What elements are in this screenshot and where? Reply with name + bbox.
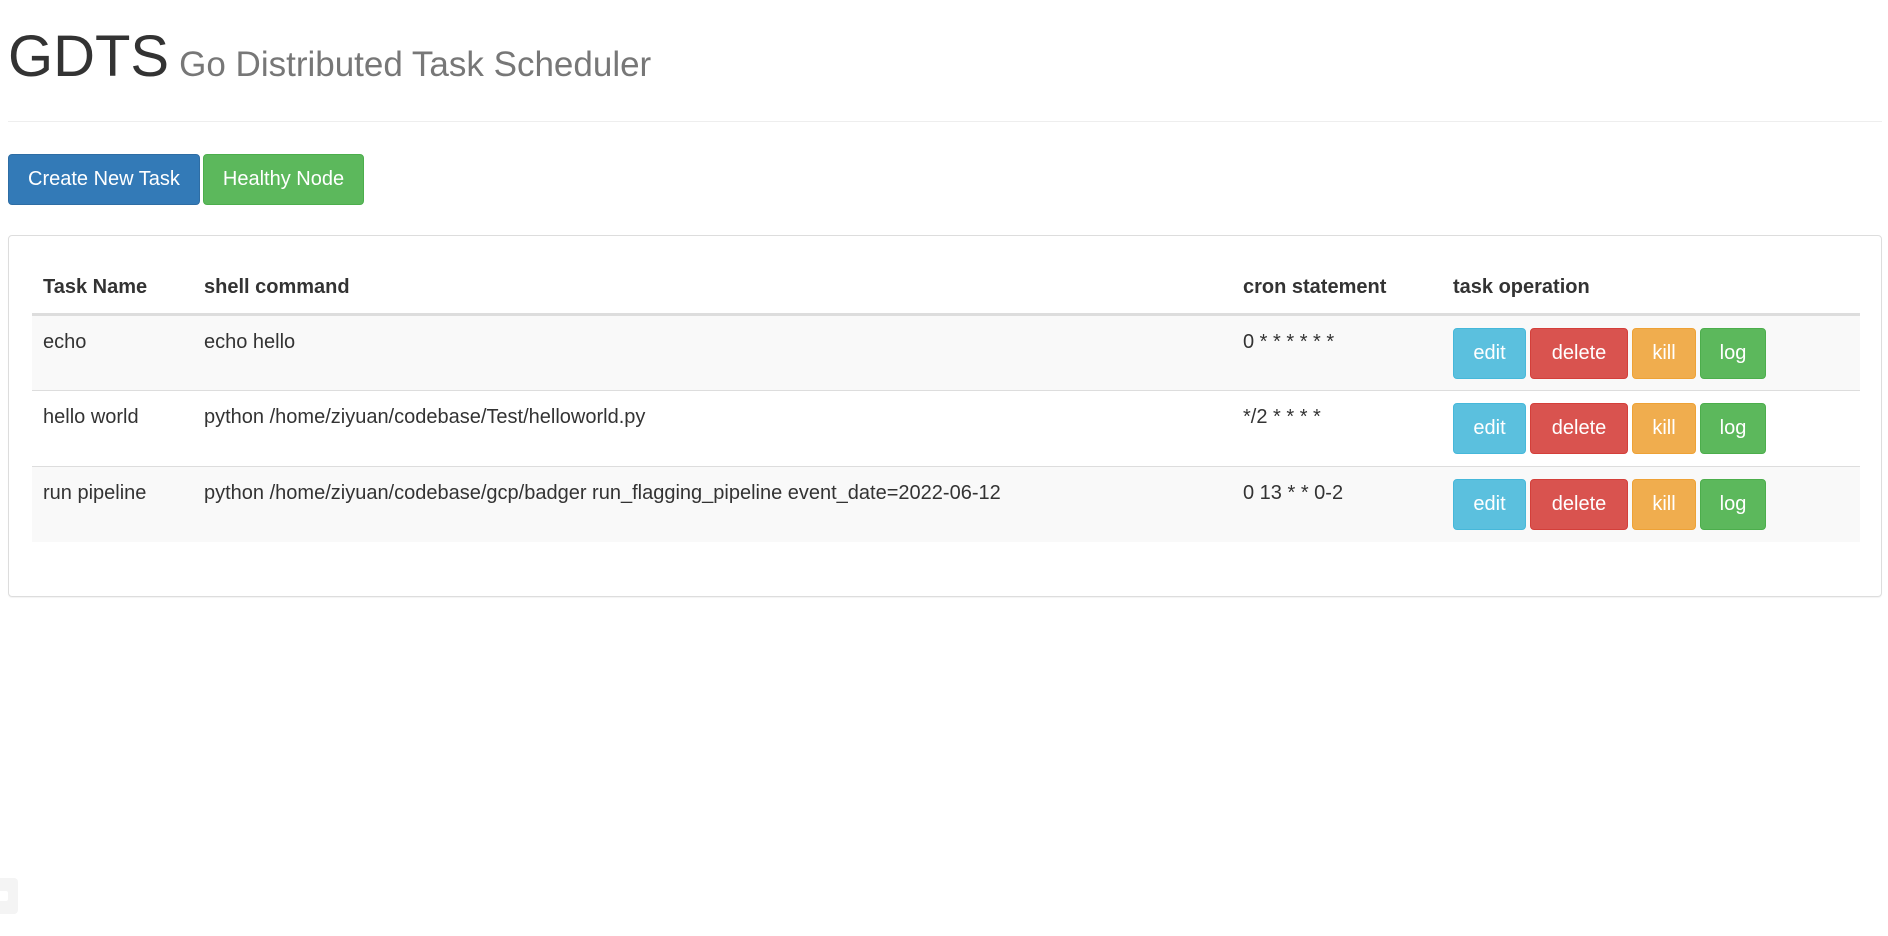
task-name-cell: echo xyxy=(43,330,87,353)
app-title: GDTS xyxy=(8,24,170,89)
cron-statement-cell: 0 13 * * 0-2 xyxy=(1232,465,1442,542)
delete-button[interactable]: delete xyxy=(1530,478,1628,530)
table-header-row: Task Name shell command cron statement t… xyxy=(32,265,1860,316)
kill-button[interactable]: kill xyxy=(1632,402,1696,454)
task-operation-cell: edit delete kill log xyxy=(1442,314,1860,390)
task-operation-cell: edit delete kill log xyxy=(1442,389,1860,466)
edit-button[interactable]: edit xyxy=(1453,402,1526,454)
table-row: echo echo hello 0 * * * * * * edit delete… xyxy=(32,314,1860,390)
table-body: echo echo hello 0 * * * * * * edit delete… xyxy=(32,314,1860,542)
log-button[interactable]: log xyxy=(1700,478,1766,530)
create-new-task-button[interactable]: Create New Task xyxy=(8,154,200,205)
edit-button[interactable]: edit xyxy=(1453,327,1526,379)
cron-statement-cell: 0 * * * * * * xyxy=(1243,330,1335,353)
edit-button[interactable]: edit xyxy=(1453,478,1526,530)
cron-statement-cell: */2 * * * * xyxy=(1232,389,1442,466)
shell-command-cell: python /home/ziyuan/codebase/Test/hellow… xyxy=(193,389,1232,466)
column-header-cron-statement: cron statement xyxy=(1232,265,1442,316)
page-header: GDTS Go Distributed Task Scheduler xyxy=(8,28,1882,122)
kill-button[interactable]: kill xyxy=(1632,327,1696,379)
task-table: Task Name shell command cron statement t… xyxy=(32,265,1860,542)
table-header: Task Name shell command cron statement t… xyxy=(32,265,1860,316)
column-header-task-name: Task Name xyxy=(32,265,193,316)
toolbar: Create New Task Healthy Node xyxy=(8,154,367,205)
page: GDTS Go Distributed Task Scheduler Create… xyxy=(0,0,1888,936)
column-header-task-operation: task operation xyxy=(1442,265,1860,316)
log-button[interactable]: log xyxy=(1700,402,1766,454)
column-header-shell-command: shell command xyxy=(193,265,1232,316)
task-panel: Task Name shell command cron statement t… xyxy=(8,235,1882,597)
task-name-cell: run pipeline xyxy=(32,465,193,542)
table-row: hello world python /home/ziyuan/codebase… xyxy=(32,389,1860,466)
kill-button[interactable]: kill xyxy=(1632,478,1696,530)
table-row: run pipeline python /home/ziyuan/codebas… xyxy=(32,465,1860,542)
corner-tab-icon[interactable] xyxy=(0,878,18,914)
app-subtitle: Go Distributed Task Scheduler xyxy=(179,45,652,84)
delete-button[interactable]: delete xyxy=(1530,402,1628,454)
healthy-node-button[interactable]: Healthy Node xyxy=(202,154,365,205)
shell-command-cell: echo hello xyxy=(204,330,296,353)
task-name-cell: hello world xyxy=(32,389,193,466)
shell-command-cell: python /home/ziyuan/codebase/gcp/badger … xyxy=(193,465,1232,542)
log-button[interactable]: log xyxy=(1700,327,1766,379)
task-operation-cell: edit delete kill log xyxy=(1442,465,1860,542)
delete-button[interactable]: delete xyxy=(1530,327,1628,379)
